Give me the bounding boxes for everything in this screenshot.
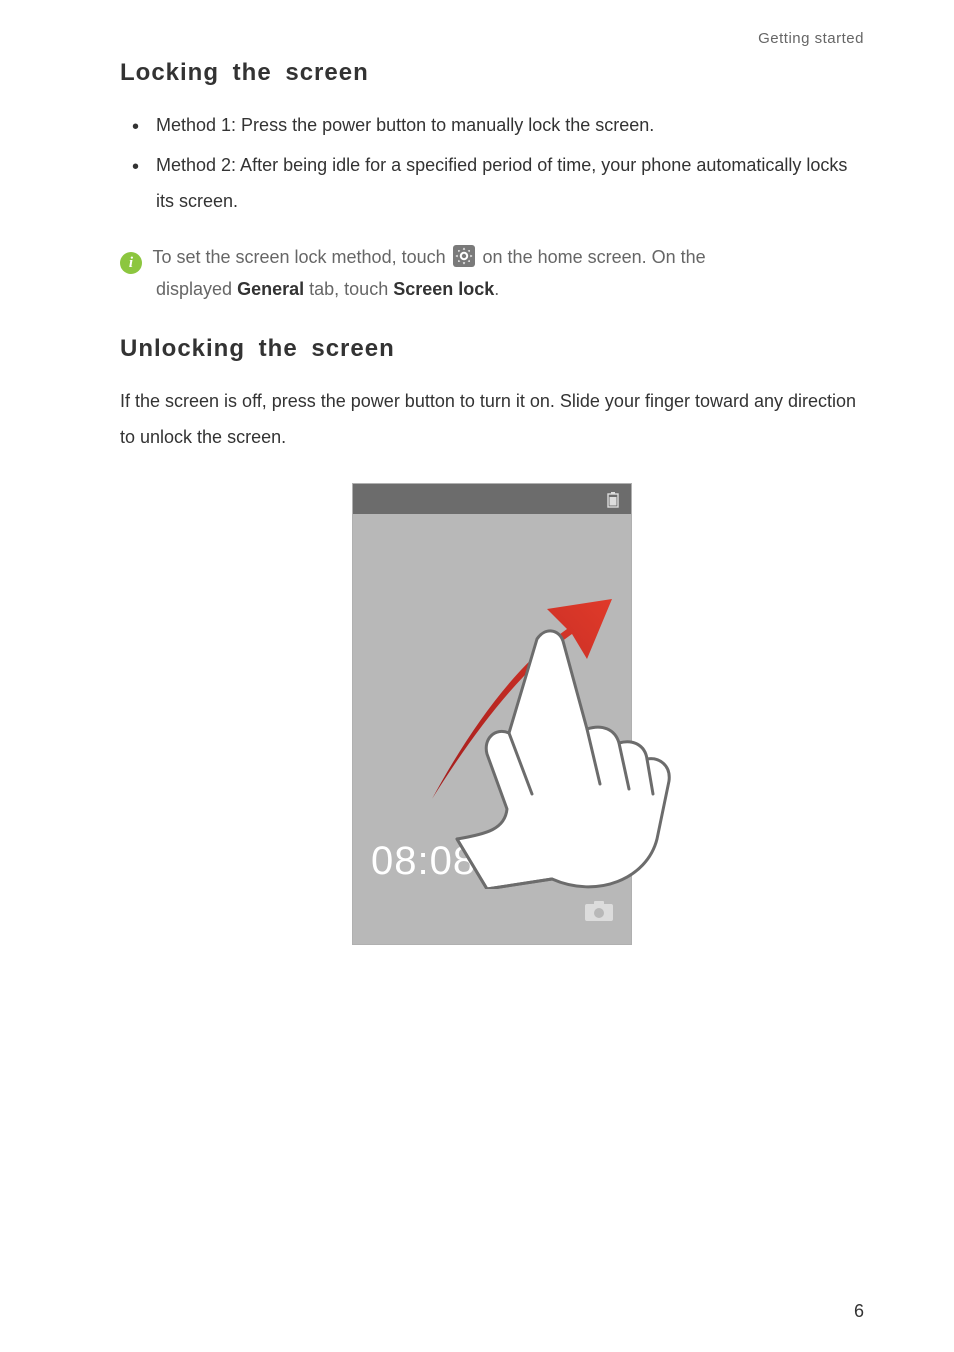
info-icon: i <box>120 252 142 274</box>
info-text-pre: To set the screen lock method, touch <box>152 247 445 267</box>
info-callout: i To set the screen lock method, touch o… <box>120 239 864 307</box>
info-tab-text: tab, touch <box>309 279 388 299</box>
document-page: Getting started Locking the screen Metho… <box>0 0 954 1352</box>
info-screenlock-bold: Screen lock <box>393 279 494 299</box>
phone-status-bar <box>353 484 631 514</box>
info-general-bold: General <box>237 279 304 299</box>
camera-icon <box>585 901 613 926</box>
info-displayed: displayed <box>156 279 232 299</box>
page-number: 6 <box>854 1301 864 1322</box>
info-text-post: on the home screen. On the <box>483 247 706 267</box>
unlocking-body: If the screen is off, press the power bu… <box>120 383 864 455</box>
bullet-method-1: Method 1: Press the power button to manu… <box>120 107 864 143</box>
heading-locking: Locking the screen <box>120 59 864 87</box>
swipe-gesture-graphic <box>387 579 717 879</box>
battery-icon <box>607 492 619 513</box>
bullet-method-2: Method 2: After being idle for a specifi… <box>120 147 864 219</box>
info-period: . <box>494 279 499 299</box>
settings-gear-icon <box>452 244 476 268</box>
phone-lockscreen-illustration: 08:08 <box>352 483 632 945</box>
running-header: Getting started <box>120 30 864 47</box>
info-line-2: displayed General tab, touch Screen lock… <box>120 271 864 307</box>
heading-unlocking: Unlocking the screen <box>120 335 864 363</box>
illustration-wrap: 08:08 <box>120 483 864 950</box>
locking-bullets: Method 1: Press the power button to manu… <box>120 107 864 219</box>
